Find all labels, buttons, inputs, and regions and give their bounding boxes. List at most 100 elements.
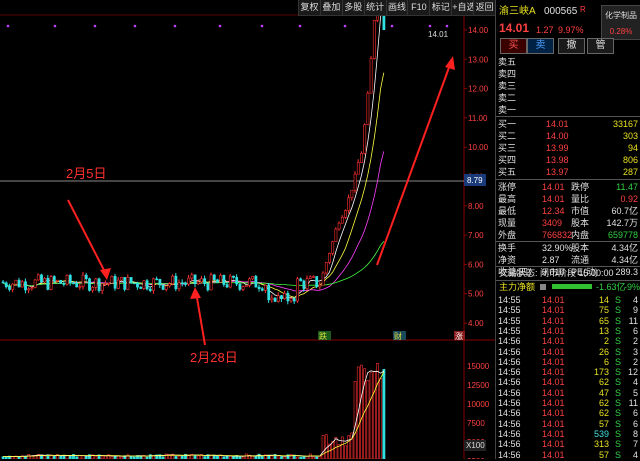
peak-price-label: 14.01 [428,30,449,39]
candle-body [366,92,370,126]
price-tick: 10.00 [468,143,489,152]
bid-row[interactable]: 买五 13.97 287 [496,166,640,178]
stat-value: 4.34亿 [611,243,638,253]
bid-price: 13.99 [546,143,569,153]
candle-body [241,286,245,290]
candle-body [56,279,59,282]
candle-body [235,277,239,285]
candle-body [331,241,335,254]
candle-body [171,275,175,284]
candle-body [315,276,319,288]
event-dot [218,24,222,28]
candle-body [344,210,347,218]
ask-row[interactable]: 卖五 [496,56,640,68]
stat-value: 766832 [542,230,573,240]
toolbar-item[interactable]: 统计 [363,0,386,15]
buy-button[interactable]: 买 [500,38,527,54]
ask-label: 卖五 [498,57,517,67]
stat-value: 659778 [607,230,638,240]
candle-body [363,124,367,154]
volume-bar [344,445,347,459]
candle-body [20,281,24,288]
candle-body [174,275,178,290]
price-tick: 7.00 [468,231,484,240]
price-tick: 8.00 [468,202,484,211]
bid-volume: 303 [622,131,638,141]
candle-body [254,275,258,288]
toolbar-item[interactable]: +自选 [451,0,473,15]
event-tag-down-label: 跌 [319,331,327,341]
candle-body [270,297,274,301]
candle-body [68,275,72,284]
stat-label: 涨停 [498,182,517,192]
sell-button[interactable]: 卖 [527,38,554,54]
stat-label: 市值 [571,206,590,216]
stat-row[interactable]: 净资 2.87 流通 4.34亿 [496,254,640,266]
stat-value: 3409 [542,218,563,228]
candle-body [337,222,341,230]
stat-value: 60.7亿 [611,206,638,216]
event-tag-up-label: 涨 [455,331,463,341]
bid-row[interactable]: 买四 13.98 806 [496,154,640,166]
chart-toolbar: 复权叠加多股统计画线F10标记+自选返回 [298,0,495,16]
stat-row[interactable]: 现量 3409 股本 142.7万 [496,217,640,229]
candlestick-chart[interactable]: 14.0013.0012.0011.0010.009.008.007.006.0… [0,0,495,459]
toolbar-item[interactable]: 复权 [298,0,320,15]
candle-body [372,20,376,59]
candle-body [1,281,5,284]
candle-body [219,275,223,283]
bid-label: 买四 [498,155,517,165]
ask-row[interactable]: 卖四 [496,68,640,80]
manage-button[interactable]: 管 [587,38,614,54]
stat-row[interactable]: 最低 12.34 市值 60.7亿 [496,205,640,217]
candle-body [286,292,290,302]
candle-body [8,286,11,290]
toolbar-item[interactable]: 标记 [429,0,451,15]
main-flow-pct: -9% [624,282,640,292]
toolbar-item[interactable]: F10 [407,0,429,15]
candle-body [353,173,357,191]
candle-body [94,278,98,288]
stat-row[interactable]: 换手 32.90% 股本 4.34亿 [496,242,640,254]
toolbar-item[interactable]: 画线 [385,0,408,15]
event-dot [133,24,137,28]
cancel-order-button[interactable]: 撤 [558,38,585,54]
stat-label: 外盘 [498,230,517,240]
bid-volume: 287 [622,167,638,177]
app-window: 14.0013.0012.0011.0010.009.008.007.006.0… [0,0,640,460]
candle-body [260,288,264,291]
candle-body [328,253,331,263]
event-dot [6,24,10,28]
bid-price: 13.97 [546,167,569,177]
candle-body [161,284,165,290]
candle-body [206,283,210,291]
candle-body [152,278,155,291]
ask-row[interactable]: 卖二 [496,92,640,104]
event-dot [260,24,264,28]
bid-row[interactable]: 买二 14.00 303 [496,130,640,142]
candle-body [72,282,75,285]
stat-row[interactable]: 涨停 14.01 跌停 11.47 [496,181,640,193]
price-tick: 13.00 [468,55,489,64]
toolbar-item[interactable]: 返回 [473,0,495,15]
toolbar-item[interactable]: 叠加 [319,0,342,15]
stat-row[interactable]: 外盘 766832 内盘 659778 [496,229,640,241]
bid-row[interactable]: 买一 14.01 33167 [496,118,640,130]
candle-body [193,274,197,284]
ask-row[interactable]: 卖三 [496,80,640,92]
stat-row[interactable]: 最高 14.01 量比 0.92 [496,193,640,205]
bid-price: 14.01 [546,119,569,129]
annotation-feb5: 2月5日 [66,166,107,181]
main-flow-toggle-icon[interactable] [540,284,546,290]
volume-bar [27,454,31,459]
volume-bar [331,441,335,459]
candle-body [283,292,287,300]
bid-row[interactable]: 买三 13.99 94 [496,142,640,154]
sector-box[interactable]: 化学制品 0.28% [601,5,640,40]
volume-tick: 7500 [467,419,485,428]
ask-row[interactable]: 卖一 [496,104,640,116]
price-tick: 11.00 [468,114,488,123]
candle-body [244,285,248,288]
candle-body [49,276,53,290]
toolbar-item[interactable]: 多股 [341,0,364,15]
